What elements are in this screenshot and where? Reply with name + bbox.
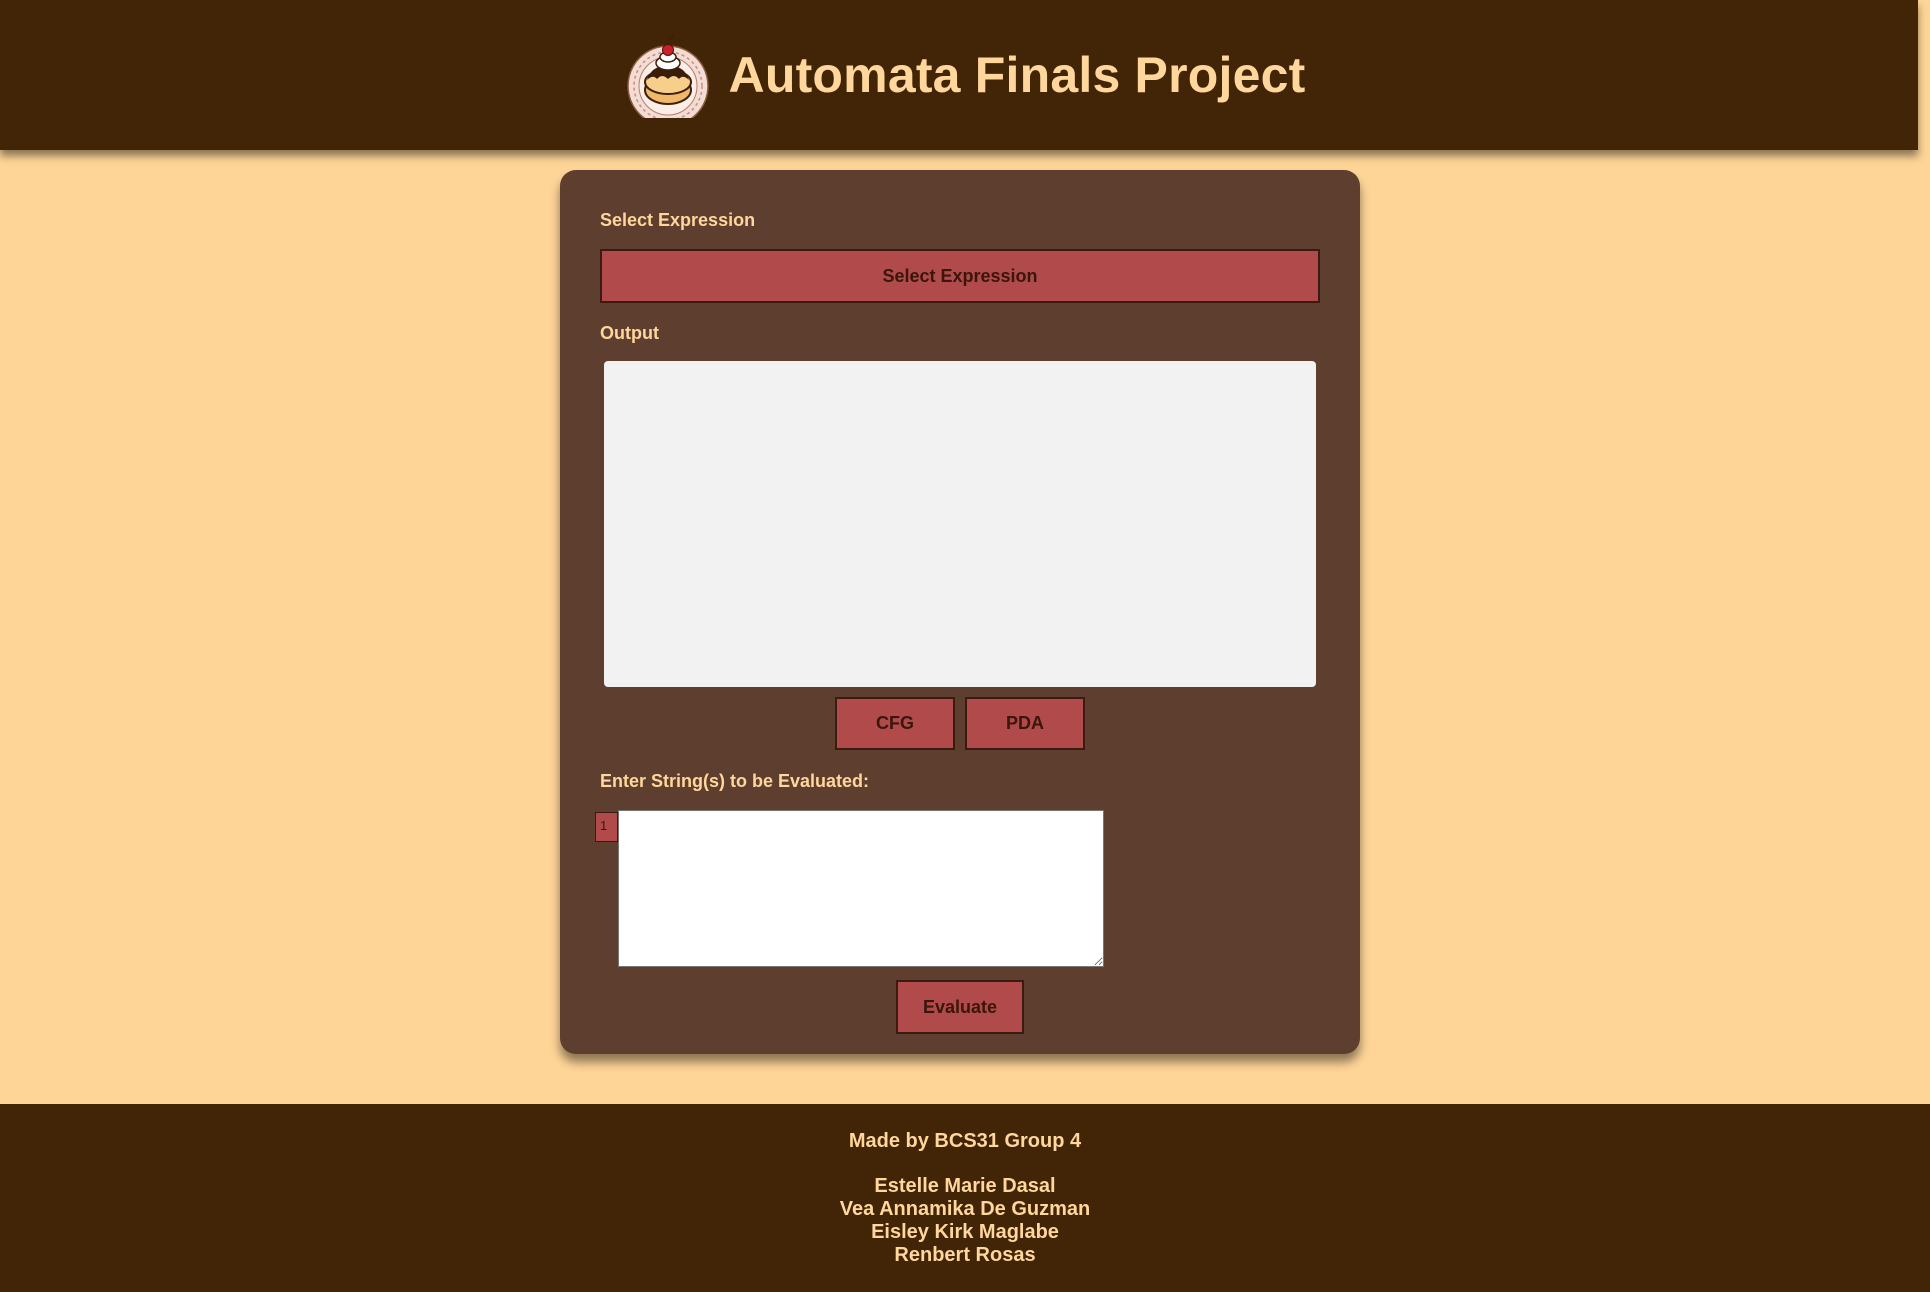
strings-input-label: Enter String(s) to be Evaluated: bbox=[600, 771, 870, 791]
header-brand: Automata Finals Project bbox=[625, 32, 1306, 118]
select-expression-label: Select Expression bbox=[600, 210, 756, 230]
output-label: Output bbox=[600, 323, 659, 343]
output-panel[interactable] bbox=[604, 361, 1316, 687]
page-title: Automata Finals Project bbox=[728, 47, 1306, 103]
expression-card: Select Expression Select Expression Outp… bbox=[560, 170, 1360, 1054]
team-member: Eisley Kirk Maglabe bbox=[871, 1221, 1059, 1243]
team-member-list: Estelle Marie Dasal Vea Annamika De Guzm… bbox=[0, 1175, 1930, 1267]
strings-input[interactable] bbox=[618, 810, 1104, 967]
app-header: Automata Finals Project bbox=[0, 0, 1918, 150]
cake-icon bbox=[626, 33, 709, 118]
team-member: Estelle Marie Dasal bbox=[874, 1175, 1056, 1197]
select-expression-button[interactable]: Select Expression bbox=[600, 249, 1320, 303]
pda-button[interactable]: PDA bbox=[965, 697, 1085, 750]
footer-credit: Made by BCS31 Group 4 bbox=[848, 1130, 1082, 1152]
cfg-button[interactable]: CFG bbox=[835, 697, 955, 750]
team-member: Renbert Rosas bbox=[894, 1244, 1036, 1266]
evaluate-button[interactable]: Evaluate bbox=[896, 980, 1024, 1034]
line-number-gutter: 1 bbox=[595, 812, 618, 842]
team-member: Vea Annamika De Guzman bbox=[839, 1198, 1091, 1220]
page-footer: Made by BCS31 Group 4 Estelle Marie Dasa… bbox=[0, 1104, 1930, 1292]
